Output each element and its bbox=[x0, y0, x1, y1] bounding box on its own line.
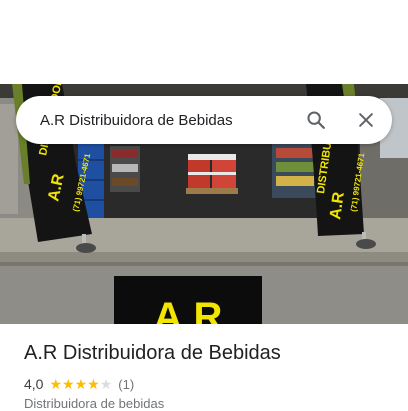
close-button[interactable] bbox=[346, 100, 386, 140]
map-blank-area bbox=[0, 0, 408, 84]
place-title: A.R Distribuidora de Bebidas bbox=[24, 342, 281, 364]
rating-stars: ★ ★ ★ ★ ★ bbox=[49, 377, 112, 391]
star-filled-icon: ★ bbox=[62, 376, 75, 392]
star-filled-icon: ★ bbox=[49, 376, 63, 392]
star-empty-icon: ★ bbox=[99, 376, 113, 392]
search-bar bbox=[16, 96, 392, 144]
rating-row[interactable]: 4,0 ★ ★ ★ ★ ★ (1) bbox=[24, 376, 134, 392]
place-category: Distribuidora de bebidas bbox=[24, 396, 165, 411]
close-icon bbox=[359, 113, 373, 127]
photo-logo-text: A.R bbox=[154, 295, 223, 324]
search-input[interactable] bbox=[16, 96, 296, 144]
review-count[interactable]: (1) bbox=[118, 377, 134, 392]
search-icon bbox=[307, 111, 325, 129]
star-filled-icon: ★ bbox=[87, 376, 100, 392]
place-info-panel: A.R Distribuidora de Bebidas 4,0 ★ ★ ★ ★ ★ (… bbox=[0, 324, 408, 411]
search-button[interactable] bbox=[296, 100, 336, 140]
star-filled-icon: ★ bbox=[74, 376, 88, 392]
rating-value: 4,0 bbox=[24, 376, 44, 392]
